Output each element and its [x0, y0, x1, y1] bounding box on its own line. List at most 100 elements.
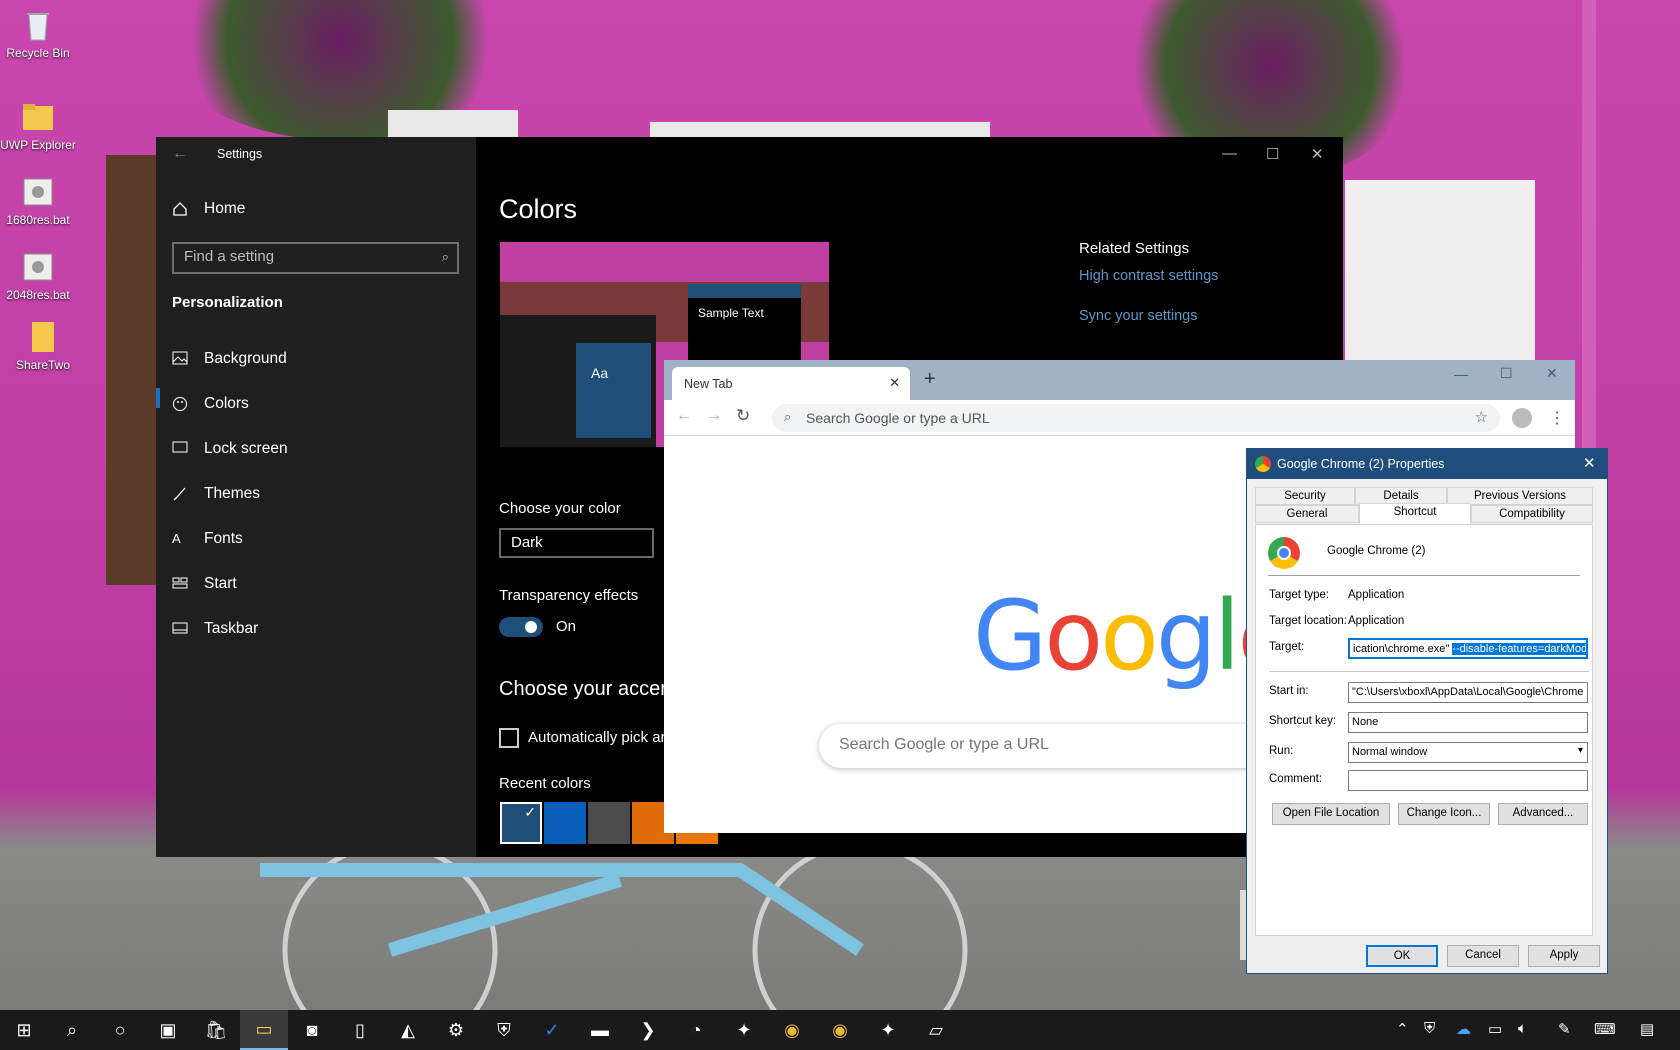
link-high-contrast[interactable]: High contrast settings: [1079, 268, 1218, 284]
minimize-button[interactable]: —: [1222, 145, 1237, 162]
menu-icon[interactable]: ⋮: [1549, 408, 1565, 428]
tab-shortcut[interactable]: Shortcut: [1359, 503, 1471, 525]
desktop-icon-2048res[interactable]: 2048res.bat: [0, 250, 76, 302]
shortcut-key-input[interactable]: None: [1348, 712, 1588, 733]
app-icon[interactable]: ✦: [720, 1010, 768, 1050]
run-select[interactable]: Normal window ▾: [1348, 742, 1588, 763]
cortana-icon[interactable]: ○: [96, 1010, 144, 1050]
desktop-icon-recycle-bin[interactable]: Recycle Bin: [0, 8, 76, 60]
security-icon[interactable]: ⛨: [480, 1010, 528, 1050]
recent-colors-label: Recent colors: [499, 775, 591, 792]
forward-icon[interactable]: →: [706, 407, 722, 425]
recent-color-swatch[interactable]: [588, 802, 630, 844]
choose-color-dropdown[interactable]: Dark: [499, 528, 654, 558]
apply-button[interactable]: Apply: [1528, 945, 1600, 967]
reload-icon[interactable]: ↻: [736, 406, 750, 426]
nav-lock-screen[interactable]: Lock screen: [172, 440, 288, 458]
desktop-icon-1680res[interactable]: 1680res.bat: [0, 175, 76, 227]
desktop-icon-sharetwo[interactable]: ShareTwo: [5, 320, 81, 372]
chrome-icon[interactable]: ◉: [816, 1010, 864, 1050]
open-file-location-button[interactable]: Open File Location: [1272, 803, 1390, 825]
nav-colors[interactable]: Colors: [172, 395, 249, 413]
terminal-icon[interactable]: ▬: [576, 1010, 624, 1050]
network-icon[interactable]: ▭: [1488, 1020, 1502, 1038]
tab-general[interactable]: General: [1255, 505, 1359, 523]
notifications-icon[interactable]: ▤: [1640, 1020, 1654, 1038]
omnibox[interactable]: ⌕ Search Google or type a URL ☆: [772, 404, 1500, 432]
back-icon[interactable]: ←: [676, 407, 692, 425]
phone-icon[interactable]: ▯: [336, 1010, 384, 1050]
chevron-down-icon: ▾: [1577, 745, 1583, 756]
desktop-icon-uwp-explorer[interactable]: UWP Explorer: [0, 100, 76, 152]
task-view-icon[interactable]: ▣: [144, 1010, 192, 1050]
tab-title: New Tab: [684, 377, 733, 391]
close-tab-icon[interactable]: ✕: [889, 375, 900, 391]
start-icon[interactable]: ⊞: [0, 1010, 48, 1050]
ok-button[interactable]: OK: [1366, 945, 1438, 967]
nav-fonts[interactable]: A Fonts: [172, 530, 243, 548]
recycle-bin-icon: [21, 8, 55, 42]
pen-icon[interactable]: ✎: [1558, 1020, 1571, 1038]
target-input[interactable]: ication\chrome.exe" --disable-features=d…: [1348, 638, 1588, 659]
defender-icon[interactable]: ⛨: [1424, 1020, 1435, 1037]
store-icon[interactable]: 🛍︎: [192, 1010, 240, 1050]
nav-label: Lock screen: [204, 440, 288, 457]
change-icon-button[interactable]: Change Icon...: [1398, 803, 1490, 825]
shortcut-key-label: Shortcut key:: [1269, 715, 1337, 727]
target-type-label: Target type:: [1269, 589, 1330, 601]
nav-themes[interactable]: Themes: [172, 485, 260, 503]
preview-tiles: Aa: [576, 343, 651, 438]
nav-home[interactable]: Home: [172, 200, 245, 218]
tab-security[interactable]: Security: [1255, 487, 1355, 505]
todo-icon[interactable]: ✓: [528, 1010, 576, 1050]
new-tab-button[interactable]: +: [924, 368, 936, 391]
chevron-up-icon[interactable]: ⌃: [1396, 1020, 1409, 1038]
advanced-button[interactable]: Advanced...: [1498, 803, 1588, 825]
volume-icon[interactable]: 🔈︎: [1518, 1020, 1527, 1037]
app-icon[interactable]: ✦: [864, 1010, 912, 1050]
photos-icon[interactable]: ◭: [384, 1010, 432, 1050]
toggle-knob: [525, 621, 537, 633]
close-button[interactable]: ✕: [1583, 454, 1596, 472]
comment-input[interactable]: [1348, 770, 1588, 791]
search-icon[interactable]: ⌕: [48, 1010, 96, 1050]
back-arrow-icon[interactable]: ←: [172, 145, 188, 163]
recent-color-swatch[interactable]: ✓: [500, 802, 542, 844]
search-icon: ⌕: [441, 249, 449, 264]
start-in-input[interactable]: "C:\Users\xboxl\AppData\Local\Google\Chr…: [1348, 682, 1588, 703]
tab-compatibility[interactable]: Compatibility: [1471, 505, 1593, 523]
maximize-button[interactable]: ☐: [1500, 365, 1513, 382]
maximize-button[interactable]: ☐: [1266, 145, 1279, 163]
omnibox-placeholder: Search Google or type a URL: [806, 410, 990, 426]
close-button[interactable]: ✕: [1546, 365, 1558, 382]
nav-taskbar[interactable]: Taskbar: [172, 620, 258, 638]
nav-background[interactable]: Background: [172, 350, 287, 368]
folder-icon: [21, 100, 55, 134]
tab-new-tab[interactable]: New Tab ✕: [672, 367, 910, 400]
profile-icon[interactable]: [1512, 408, 1532, 428]
link-sync-settings[interactable]: Sync your settings: [1079, 308, 1197, 324]
minimize-button[interactable]: —: [1454, 366, 1468, 382]
cancel-button[interactable]: Cancel: [1447, 945, 1519, 967]
settings-search-input[interactable]: Find a setting ⌕: [172, 242, 459, 274]
settings-icon[interactable]: ⚙: [432, 1010, 480, 1050]
choose-color-label: Choose your color: [499, 500, 621, 517]
transparency-toggle[interactable]: [499, 617, 543, 637]
powershell-icon[interactable]: ❯: [624, 1010, 672, 1050]
clock-icon[interactable]: ◔: [672, 1010, 720, 1050]
file-explorer-icon[interactable]: ▭: [240, 1010, 288, 1050]
close-button[interactable]: ✕: [1311, 145, 1324, 163]
chrome-icon[interactable]: ◉: [768, 1010, 816, 1050]
camera-icon[interactable]: ◙: [288, 1010, 336, 1050]
nav-home-label: Home: [204, 200, 246, 217]
recent-color-swatch[interactable]: [544, 802, 586, 844]
nav-label: Colors: [204, 395, 249, 412]
onedrive-icon[interactable]: ☁: [1456, 1020, 1471, 1038]
notepad-icon[interactable]: ▱: [912, 1010, 960, 1050]
nav-label: Start: [204, 575, 237, 592]
keyboard-icon[interactable]: ⌨: [1594, 1020, 1616, 1038]
auto-pick-checkbox[interactable]: [499, 728, 519, 748]
desktop-icon-label: ShareTwo: [15, 358, 71, 372]
star-icon[interactable]: ☆: [1475, 408, 1488, 426]
nav-start[interactable]: Start: [172, 575, 237, 593]
